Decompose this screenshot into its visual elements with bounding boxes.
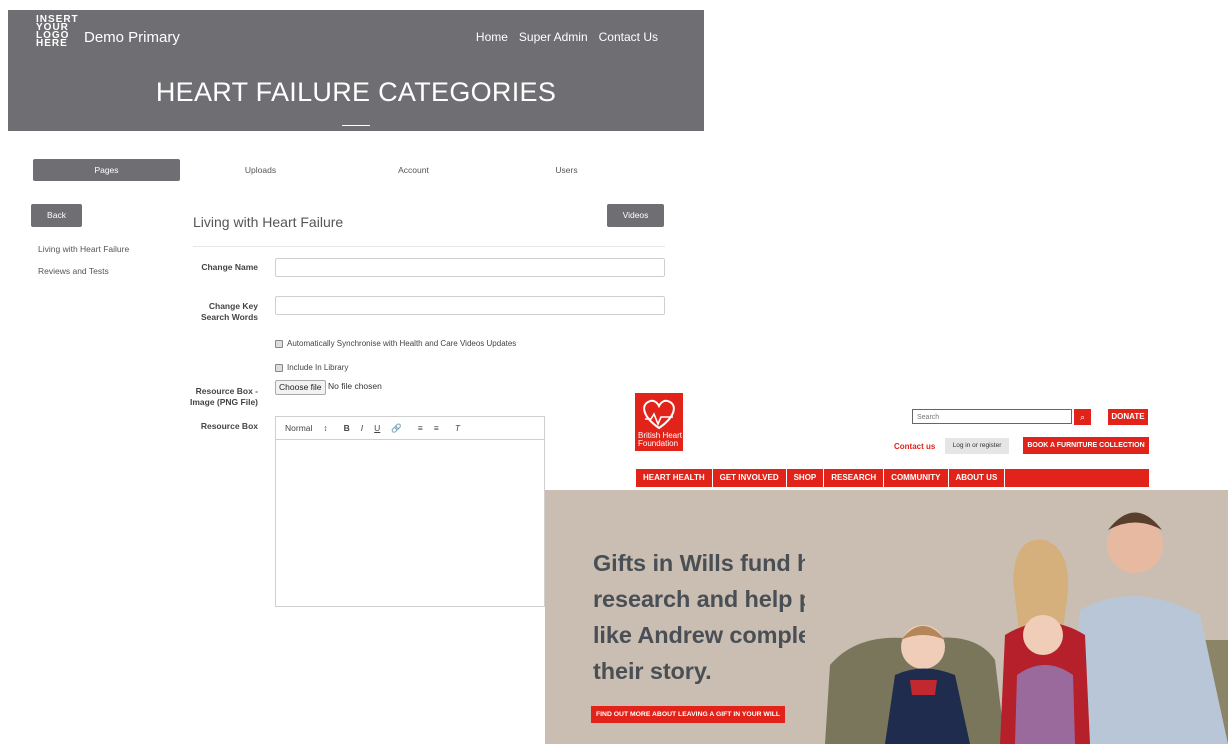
cms-header: INSERT YOUR LOGO HERE Demo Primary Home … xyxy=(8,10,704,131)
bhf-logo-text: British Heart Foundation xyxy=(638,432,682,448)
nav-contact-link[interactable]: Contact Us xyxy=(599,30,658,44)
resource-image-label: Resource Box - Image (PNG File) xyxy=(178,386,258,408)
nav-about-us[interactable]: ABOUT US xyxy=(949,469,1006,487)
sync-checkbox-label: Automatically Synchronise with Health an… xyxy=(287,339,517,348)
bhf-logo[interactable]: British Heart Foundation xyxy=(635,393,683,451)
book-furniture-button[interactable]: BOOK A FURNITURE COLLECTION xyxy=(1023,437,1149,454)
resource-image-label-line: Resource Box - xyxy=(195,386,258,396)
gift-in-will-cta-button[interactable]: FIND OUT MORE ABOUT LEAVING A GIFT IN YO… xyxy=(591,706,786,723)
file-status: No file chosen xyxy=(328,381,382,391)
underline-icon[interactable]: U xyxy=(374,423,380,433)
hero-banner: Gifts in Wills fund half our research an… xyxy=(545,490,1228,744)
ordered-list-icon[interactable]: ≡ xyxy=(418,423,423,433)
page-link-living-with-heart-failure[interactable]: Living with Heart Failure xyxy=(38,244,129,254)
key-words-label-line: Change Key xyxy=(208,301,258,311)
sync-option: Automatically Synchronise with Health an… xyxy=(275,339,516,348)
family-photo xyxy=(805,490,1228,744)
donate-button[interactable]: DONATE xyxy=(1108,409,1148,425)
divider xyxy=(193,246,665,247)
tab-pages[interactable]: Pages xyxy=(33,159,180,181)
nav-get-involved[interactable]: GET INVOLVED xyxy=(713,469,787,487)
format-select-arrow-icon[interactable]: ↕ xyxy=(323,423,327,433)
nav-home-link[interactable]: Home xyxy=(476,30,508,44)
key-words-input[interactable] xyxy=(275,296,665,315)
tab-users[interactable]: Users xyxy=(509,159,624,181)
tab-uploads[interactable]: Uploads xyxy=(203,159,318,181)
resource-box-label: Resource Box xyxy=(200,421,258,431)
logo-line: HERE xyxy=(36,38,68,49)
top-nav: Home Super Admin Contact Us xyxy=(476,30,658,44)
bhf-search-input[interactable]: Search xyxy=(912,409,1072,424)
contact-link[interactable]: Contact us xyxy=(894,442,935,451)
bhf-main-nav: HEART HEALTH GET INVOLVED SHOP RESEARCH … xyxy=(636,469,1149,487)
library-option: Include In Library xyxy=(275,363,348,372)
back-button[interactable]: Back xyxy=(31,204,82,227)
change-name-label: Change Name xyxy=(201,262,258,272)
nav-super-admin-link[interactable]: Super Admin xyxy=(519,30,588,44)
logo-text-line: Foundation xyxy=(638,439,679,448)
resource-image-label-line: Image (PNG File) xyxy=(189,397,258,407)
heading-underline xyxy=(342,125,370,126)
format-select[interactable]: Normal xyxy=(285,423,312,433)
page-link-reviews-and-tests[interactable]: Reviews and Tests xyxy=(38,266,129,276)
library-checkbox-label: Include In Library xyxy=(287,363,349,372)
editor-toolbar: Normal ↕ B I U 🔗 ≡ ≡ T xyxy=(276,417,544,440)
change-name-input[interactable] xyxy=(275,258,665,277)
section-title: Living with Heart Failure xyxy=(193,214,344,230)
key-words-label: Change Key Search Words xyxy=(178,301,258,323)
nav-research[interactable]: RESEARCH xyxy=(824,469,885,487)
heart-logo-icon xyxy=(643,399,675,430)
site-name[interactable]: Demo Primary xyxy=(84,29,180,46)
tab-account[interactable]: Account xyxy=(356,159,471,181)
choose-file-button[interactable]: Choose file xyxy=(275,380,326,395)
nav-shop[interactable]: SHOP xyxy=(787,469,825,487)
bullet-list-icon[interactable]: ≡ xyxy=(434,423,439,433)
link-icon[interactable]: 🔗 xyxy=(391,423,402,434)
page-list: Living with Heart Failure Reviews and Te… xyxy=(38,244,129,288)
login-button[interactable]: Log in or register xyxy=(945,438,1009,454)
sync-checkbox[interactable] xyxy=(275,339,283,348)
bold-icon[interactable]: B xyxy=(344,423,350,433)
library-checkbox[interactable] xyxy=(275,363,283,372)
logo-placeholder[interactable]: INSERT YOUR LOGO HERE xyxy=(36,15,78,49)
nav-heart-health[interactable]: HEART HEALTH xyxy=(636,469,713,487)
nav-community[interactable]: COMMUNITY xyxy=(884,469,949,487)
page-title: HEART FAILURE CATEGORIES xyxy=(155,77,557,107)
search-icon[interactable]: ⌕ xyxy=(1074,409,1091,425)
rich-text-editor[interactable]: Normal ↕ B I U 🔗 ≡ ≡ T xyxy=(275,416,545,607)
tab-bar: Pages Uploads Account Users xyxy=(33,159,673,181)
clear-format-icon[interactable]: T xyxy=(455,423,460,433)
italic-icon[interactable]: I xyxy=(361,423,363,433)
bhf-header: British Heart Foundation Search ⌕ DONATE… xyxy=(632,390,1228,490)
key-words-label-line: Search Words xyxy=(200,312,258,322)
videos-button[interactable]: Videos xyxy=(607,204,664,227)
